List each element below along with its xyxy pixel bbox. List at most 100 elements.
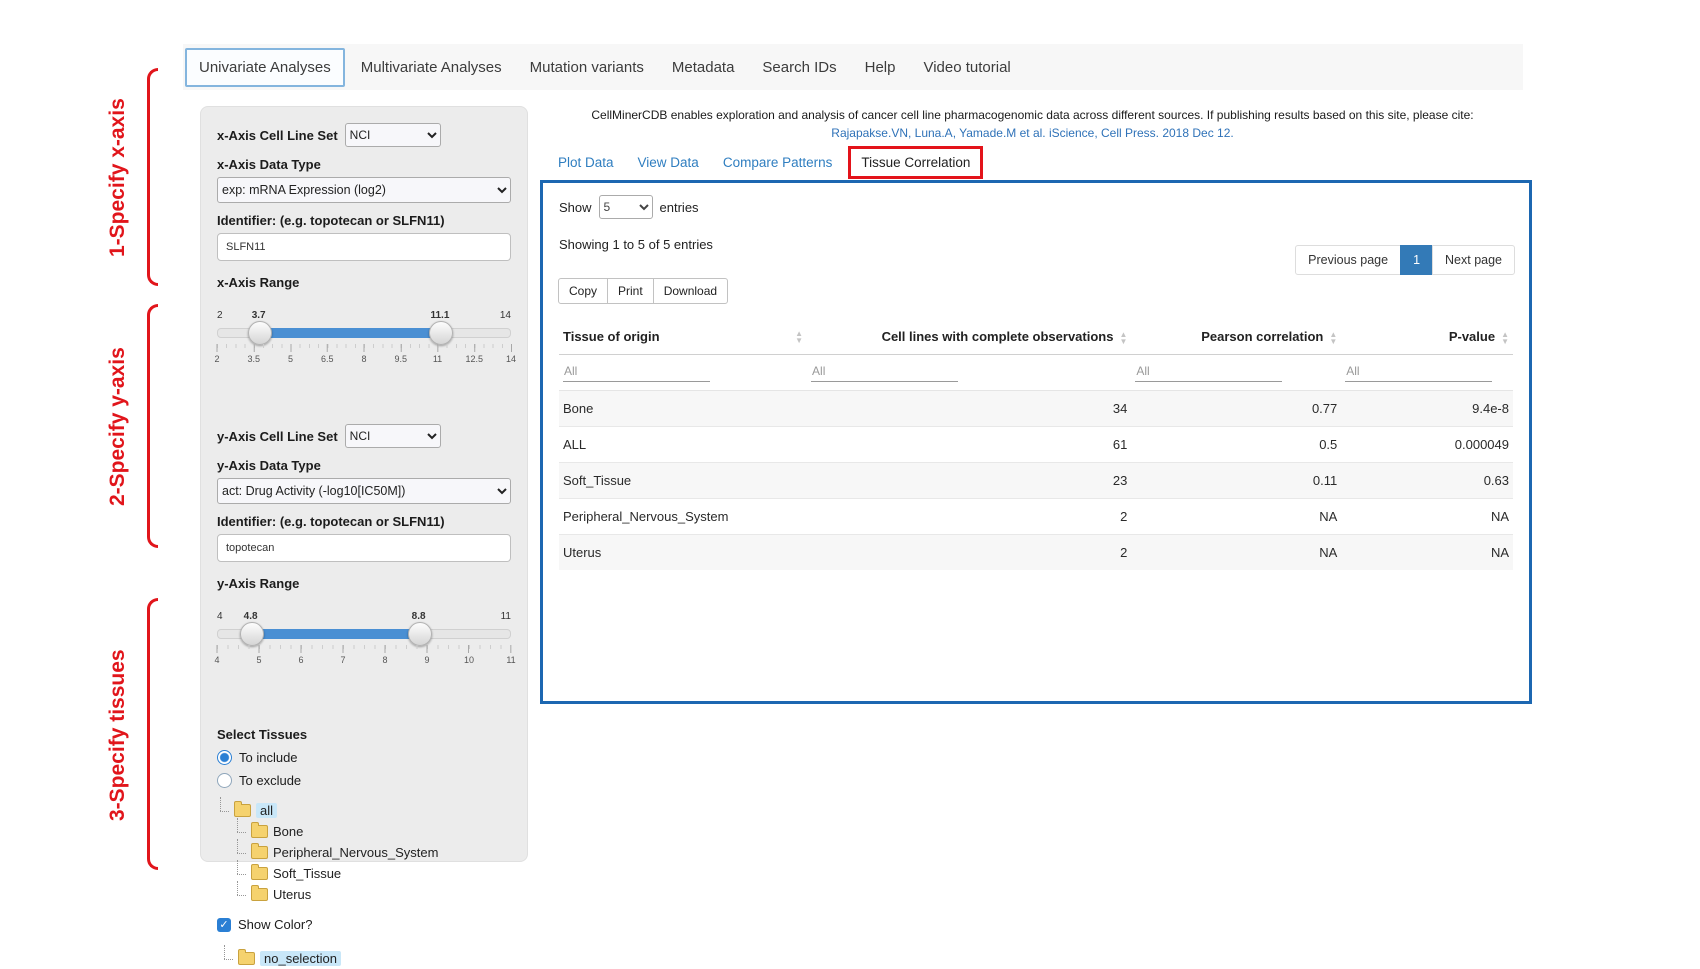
tissue-correlation-panel: Show 5 entries Showing 1 to 5 of 5 entri… (540, 180, 1532, 704)
tree-node-all[interactable]: all (217, 800, 511, 821)
radio-unselected-icon (217, 773, 232, 788)
subtab-tissue-correlation[interactable]: Tissue Correlation (848, 146, 983, 179)
folder-icon (251, 825, 268, 838)
folder-icon (251, 846, 268, 859)
tree-node-bone-label: Bone (273, 824, 303, 839)
tab-univariate-analyses[interactable]: Univariate Analyses (185, 48, 345, 87)
control-panel: x-Axis Cell Line Set NCI x-Axis Data Typ… (200, 106, 528, 862)
tree-connector-icon (234, 864, 247, 884)
table-row: ALL61 0.50.000049 (559, 426, 1513, 462)
column-header-tissue[interactable]: Tissue of origin▲▼ (559, 320, 807, 354)
x-cell-line-set-select[interactable]: NCI (345, 123, 441, 147)
tab-search-ids[interactable]: Search IDs (748, 48, 850, 87)
tree-connector-icon (221, 949, 234, 969)
x-slider-handle-high[interactable] (429, 321, 453, 345)
x-slider-handle-low[interactable] (248, 321, 272, 345)
filter-pearson-input[interactable] (1135, 361, 1282, 382)
y-slider-active-bar (251, 629, 419, 639)
subtab-compare-patterns[interactable]: Compare Patterns (711, 147, 845, 178)
y-slider-from-label: 4.8 (244, 611, 258, 622)
radio-selected-icon (217, 750, 232, 765)
table-row: Peripheral_Nervous_System2 NANA (559, 498, 1513, 534)
entries-label: entries (660, 200, 699, 215)
entries-select[interactable]: 5 (599, 195, 653, 219)
tab-mutation-variants[interactable]: Mutation variants (516, 48, 658, 87)
x-range-label: x-Axis Range (217, 275, 511, 290)
column-header-pearson[interactable]: Pearson correlation▲▼ (1131, 320, 1341, 354)
tree-node-all-label: all (256, 803, 277, 818)
download-button[interactable]: Download (653, 278, 728, 304)
y-range-slider[interactable]: 4 11 4.8 8.8 4 5 6 7 8 9 10 11 (217, 613, 511, 679)
x-data-type-select[interactable]: exp: mRNA Expression (log2) (217, 177, 511, 203)
page-1-button[interactable]: 1 (1400, 245, 1433, 275)
export-buttons: Copy Print Download (559, 278, 1513, 304)
description-text: CellMinerCDB enables exploration and ana… (545, 108, 1520, 122)
copy-button[interactable]: Copy (558, 278, 608, 304)
x-data-type-label: x-Axis Data Type (217, 157, 511, 172)
previous-page-button[interactable]: Previous page (1295, 245, 1401, 275)
y-slider-grid: 4 5 6 7 8 9 10 11 (217, 645, 511, 673)
y-data-type-select[interactable]: act: Drug Activity (-log10[IC50M]) (217, 478, 511, 504)
y-slider-handle-high[interactable] (408, 622, 432, 646)
next-page-button[interactable]: Next page (1432, 245, 1515, 275)
tree-node-uterus[interactable]: Uterus (234, 884, 511, 905)
folder-icon (251, 888, 268, 901)
x-cell-line-set-label: x-Axis Cell Line Set (217, 128, 338, 143)
tree-node-no-selection-label: no_selection (260, 951, 341, 966)
site-description: CellMinerCDB enables exploration and ana… (545, 108, 1520, 140)
column-header-pvalue[interactable]: P-value▲▼ (1341, 320, 1513, 354)
y-cell-line-set-select[interactable]: NCI (345, 424, 441, 448)
tree-node-no-selection[interactable]: no_selection (221, 948, 511, 969)
tab-video-tutorial[interactable]: Video tutorial (909, 48, 1024, 87)
to-exclude-radio[interactable]: To exclude (217, 773, 511, 788)
to-include-radio[interactable]: To include (217, 750, 511, 765)
y-slider-handle-low[interactable] (240, 622, 264, 646)
tab-multivariate-analyses[interactable]: Multivariate Analyses (347, 48, 516, 87)
analysis-subtabs: Plot Data View Data Compare Patterns Tis… (546, 146, 983, 179)
subtab-view-data[interactable]: View Data (626, 147, 711, 178)
print-button[interactable]: Print (607, 278, 654, 304)
tree-node-soft-tissue[interactable]: Soft_Tissue (234, 863, 511, 884)
show-color-label: Show Color? (238, 917, 312, 932)
x-identifier-input[interactable] (217, 233, 511, 261)
y-data-type-label: y-Axis Data Type (217, 458, 511, 473)
y-identifier-label: Identifier: (e.g. topotecan or SLFN11) (217, 514, 511, 529)
checkbox-checked-icon: ✓ (217, 918, 231, 932)
to-include-label: To include (239, 750, 298, 765)
x-slider-active-bar (259, 328, 440, 338)
filter-pvalue-input[interactable] (1345, 361, 1492, 382)
y-slider-min-label: 4 (217, 611, 223, 622)
show-color-checkbox[interactable]: ✓ Show Color? (217, 917, 511, 932)
x-slider-from-label: 3.7 (252, 310, 266, 321)
to-exclude-label: To exclude (239, 773, 301, 788)
select-tissues-label: Select Tissues (217, 727, 511, 742)
pagination: Previous page 1 Next page (1296, 245, 1515, 275)
y-slider-to-label: 8.8 (412, 611, 426, 622)
annotation-bracket-2 (143, 304, 158, 548)
tree-node-bone[interactable]: Bone (234, 821, 511, 842)
show-label: Show (559, 200, 592, 215)
filter-tissue-input[interactable] (563, 361, 710, 382)
x-slider-to-label: 11.1 (430, 310, 449, 321)
column-header-cell-lines[interactable]: Cell lines with complete observations▲▼ (807, 320, 1131, 354)
tree-connector-icon (217, 801, 230, 821)
citation-link[interactable]: Rajapakse.VN, Luna.A, Yamade.M et al. iS… (545, 126, 1520, 140)
tree-node-peripheral-nervous-system[interactable]: Peripheral_Nervous_System (234, 842, 511, 863)
tree-connector-icon (234, 885, 247, 905)
tissue-tree: all Bone Peripheral_Nervous_System Soft_… (217, 800, 511, 905)
annotation-bracket-3 (143, 598, 158, 870)
annotation-step-3-label: 3-Specify tissues (100, 620, 136, 850)
folder-icon (234, 804, 251, 817)
y-identifier-input[interactable] (217, 534, 511, 562)
sort-icon: ▲▼ (795, 330, 803, 344)
filter-cell-lines-input[interactable] (811, 361, 958, 382)
tab-help[interactable]: Help (851, 48, 910, 87)
tree-node-soft-tissue-label: Soft_Tissue (273, 866, 341, 881)
tab-metadata[interactable]: Metadata (658, 48, 749, 87)
subtab-plot-data[interactable]: Plot Data (546, 147, 626, 178)
x-slider-max-label: 14 (500, 310, 511, 321)
table-row: Uterus2 NANA (559, 534, 1513, 570)
x-range-slider[interactable]: 2 14 3.7 11.1 2 3.5 5 6.5 8 9.5 11 12.5 … (217, 312, 511, 378)
sort-icon: ▲▼ (1501, 331, 1509, 345)
sort-icon: ▲▼ (1119, 331, 1127, 345)
